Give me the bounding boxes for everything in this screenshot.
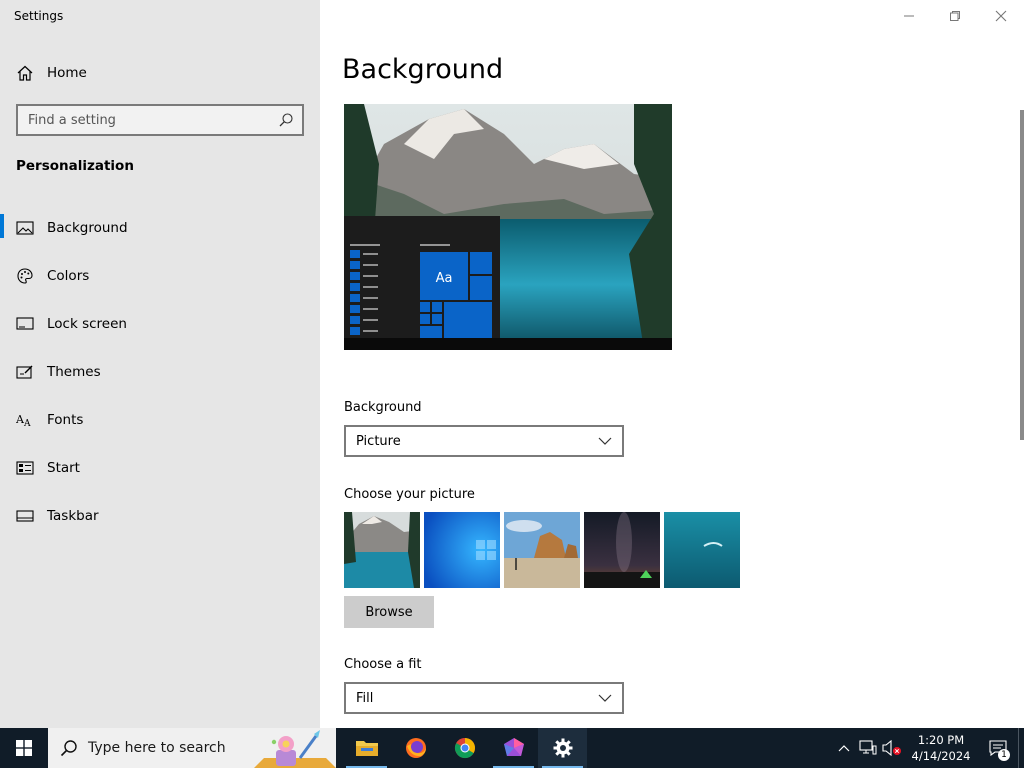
- picture-thumb-night-sky[interactable]: [584, 512, 660, 588]
- clock-time: 1:20 PM: [917, 733, 965, 747]
- taskbar-app-file-explorer[interactable]: [342, 728, 391, 768]
- search-icon: [60, 740, 77, 757]
- sidebar-item-label: Colors: [47, 268, 90, 284]
- background-preview-image: Aa: [344, 104, 672, 350]
- background-dropdown[interactable]: Picture: [344, 425, 624, 457]
- background-dropdown-value: Picture: [356, 433, 401, 449]
- gear-icon: [553, 738, 572, 758]
- network-button[interactable]: [856, 728, 880, 768]
- start-button[interactable]: [0, 728, 48, 768]
- sidebar-item-label: Fonts: [47, 412, 84, 428]
- show-hidden-icons-button[interactable]: [832, 728, 856, 768]
- sidebar-item-background[interactable]: Background: [0, 204, 320, 252]
- search-icon[interactable]: [278, 112, 294, 128]
- choose-fit-label: Choose a fit: [344, 657, 422, 672]
- sidebar-item-lock-screen[interactable]: Lock screen: [0, 300, 320, 348]
- sidebar-item-label: Background: [47, 220, 128, 236]
- taskbar-app-gem[interactable]: [489, 728, 538, 768]
- taskbar-app-firefox[interactable]: [391, 728, 440, 768]
- close-icon: [995, 10, 1007, 22]
- themes-icon: [16, 363, 34, 381]
- taskbar: Type here to search 1:20 PM 4/14/2024 1: [0, 728, 1024, 768]
- gem-app-icon: [503, 738, 524, 756]
- sidebar-item-label: Taskbar: [47, 508, 99, 524]
- chrome-icon: [454, 737, 475, 759]
- sidebar-item-taskbar[interactable]: Taskbar: [0, 492, 320, 540]
- show-desktop-button[interactable]: [1018, 728, 1024, 768]
- action-center-button[interactable]: 1: [978, 728, 1018, 768]
- sidebar-nav: Background Colors Lock screen Themes AA …: [0, 204, 320, 540]
- minimize-icon: [904, 15, 914, 17]
- minimize-button[interactable]: [886, 0, 932, 32]
- restore-button[interactable]: [932, 0, 978, 32]
- firefox-icon: [405, 738, 426, 758]
- sidebar: Settings Home Personalization Background…: [0, 0, 320, 728]
- start-icon: [16, 459, 34, 477]
- page-title: Background: [342, 54, 504, 85]
- system-tray: 1:20 PM 4/14/2024 1: [832, 728, 1024, 768]
- background-label: Background: [344, 400, 422, 415]
- find-setting-search[interactable]: [16, 104, 304, 136]
- sidebar-item-colors[interactable]: Colors: [0, 252, 320, 300]
- home-icon: [17, 65, 33, 81]
- picture-thumb-underwater[interactable]: [664, 512, 740, 588]
- picture-thumb-mountain-lake[interactable]: [344, 512, 420, 588]
- app-title: Settings: [14, 9, 64, 23]
- scrollbar[interactable]: [1020, 110, 1024, 440]
- taskbar-search[interactable]: Type here to search: [48, 728, 336, 768]
- close-button[interactable]: [978, 0, 1024, 32]
- preview-tile-text: Aa: [436, 271, 453, 286]
- lock-screen-icon: [16, 315, 34, 333]
- window-controls: [886, 0, 1024, 32]
- notification-count: 1: [998, 749, 1010, 761]
- sidebar-item-themes[interactable]: Themes: [0, 348, 320, 396]
- fit-dropdown[interactable]: Fill: [344, 682, 624, 714]
- restore-icon: [950, 11, 960, 21]
- fonts-icon: AA: [16, 411, 34, 429]
- clock-date: 4/14/2024: [911, 749, 971, 763]
- folder-icon: [355, 741, 378, 756]
- chevron-up-icon: [838, 745, 850, 752]
- choose-picture-label: Choose your picture: [344, 487, 475, 502]
- background-preview: Aa: [344, 104, 672, 350]
- taskbar-icon: [16, 507, 34, 525]
- section-heading: Personalization: [16, 158, 134, 174]
- network-icon: [859, 740, 877, 755]
- search-highlight-art-icon: [254, 730, 336, 768]
- sidebar-item-fonts[interactable]: AA Fonts: [0, 396, 320, 444]
- sidebar-item-label: Start: [47, 460, 80, 476]
- home-button[interactable]: Home: [16, 60, 306, 86]
- svg-text:A: A: [23, 419, 31, 428]
- browse-button[interactable]: Browse: [344, 596, 434, 628]
- taskbar-app-settings[interactable]: [538, 728, 587, 768]
- taskbar-apps: [342, 728, 587, 768]
- windows-logo-icon: [16, 740, 32, 756]
- fit-dropdown-value: Fill: [356, 690, 374, 706]
- sidebar-item-start[interactable]: Start: [0, 444, 320, 492]
- sidebar-item-label: Lock screen: [47, 316, 127, 332]
- volume-button[interactable]: [880, 728, 904, 768]
- chevron-down-icon: [598, 437, 612, 445]
- clock[interactable]: 1:20 PM 4/14/2024: [904, 732, 978, 764]
- taskbar-search-placeholder: Type here to search: [88, 740, 226, 756]
- picture-icon: [16, 219, 34, 237]
- chevron-down-icon: [598, 694, 612, 702]
- picture-thumb-beach-rocks[interactable]: [504, 512, 580, 588]
- main-content: Background Aa Background Picture Choose …: [320, 0, 1024, 728]
- picture-thumb-windows-blue[interactable]: [424, 512, 500, 588]
- find-setting-input[interactable]: [28, 112, 278, 128]
- taskbar-app-chrome[interactable]: [440, 728, 489, 768]
- sidebar-item-label: Themes: [47, 364, 101, 380]
- picture-thumbnails: [344, 512, 744, 588]
- palette-icon: [16, 267, 34, 285]
- home-label: Home: [47, 65, 87, 81]
- volume-muted-icon: [882, 740, 901, 756]
